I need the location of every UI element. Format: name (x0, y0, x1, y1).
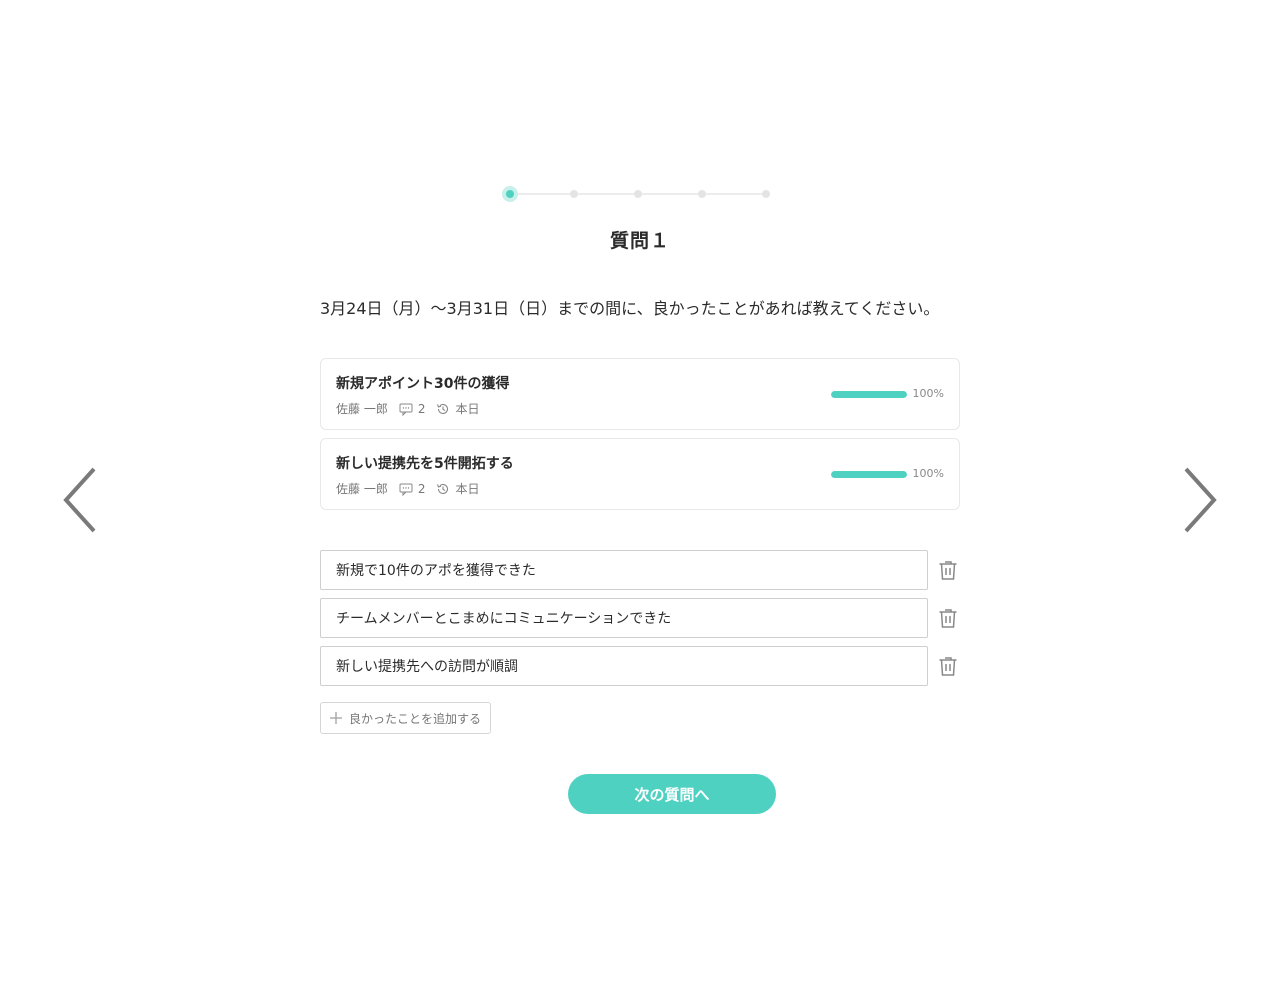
question-text: 3月24日（月）〜3月31日（日）までの間に、良かったことがあれば教えてください… (320, 299, 940, 318)
trash-icon[interactable] (936, 558, 960, 582)
answer-input[interactable] (320, 646, 928, 686)
page: 質問１ 3月24日（月）〜3月31日（日）までの間に、良かったことがあれば教えて… (0, 0, 1280, 1000)
goal-meta: 佐藤 一郎 2 本日 (336, 400, 479, 417)
step-dot-5[interactable] (762, 190, 770, 198)
goal-title: 新規アポイント30件の獲得 (336, 376, 510, 392)
step-dot-2[interactable] (570, 190, 578, 198)
step-indicator (502, 186, 774, 202)
goal-card[interactable]: 新しい提携先を5件開拓する 佐藤 一郎 2 本日 100% (320, 438, 960, 510)
progress-label: 100% (912, 467, 944, 480)
add-answer-button[interactable]: 良かったことを追加する (320, 702, 492, 734)
comment-count: 2 (417, 401, 426, 416)
goal-meta: 佐藤 一郎 2 本日 (336, 480, 479, 497)
history-icon (437, 403, 449, 414)
progress-fill (831, 471, 907, 478)
step-dot-1[interactable] (502, 186, 518, 202)
trash-icon[interactable] (936, 606, 960, 630)
goal-card[interactable]: 新規アポイント30件の獲得 佐藤 一郎 2 本日 100% (320, 358, 960, 430)
comment-count: 2 (417, 481, 426, 496)
progress-bar (831, 391, 907, 398)
updated-date: 本日 (455, 402, 480, 416)
progress-bar (831, 471, 907, 478)
history-icon (437, 483, 449, 494)
chevron-left-icon (63, 467, 96, 533)
chevron-right-icon (1184, 467, 1217, 533)
add-answer-label: 良かったことを追加する (349, 711, 482, 726)
progress-fill (831, 391, 907, 398)
goal-owner: 佐藤 一郎 (336, 482, 388, 496)
step-dot-3[interactable] (634, 190, 642, 198)
answer-row (320, 646, 960, 686)
progress-label: 100% (912, 387, 944, 400)
next-question-button[interactable]: 次の質問へ (568, 774, 776, 814)
goal-owner: 佐藤 一郎 (336, 402, 388, 416)
question-title: 質問１ (609, 230, 670, 252)
answer-input[interactable] (320, 598, 928, 638)
answer-row (320, 598, 960, 638)
goal-title: 新しい提携先を5件開拓する (336, 456, 514, 472)
answer-input[interactable] (320, 550, 928, 590)
comment-icon (399, 403, 413, 416)
step-dot-4[interactable] (698, 190, 706, 198)
prev-question-button[interactable] (60, 466, 100, 534)
comment-icon (399, 483, 413, 496)
answer-row (320, 550, 960, 590)
plus-icon (330, 712, 342, 724)
next-question-arrow-button[interactable] (1180, 466, 1220, 534)
trash-icon[interactable] (936, 654, 960, 678)
updated-date: 本日 (455, 482, 480, 496)
